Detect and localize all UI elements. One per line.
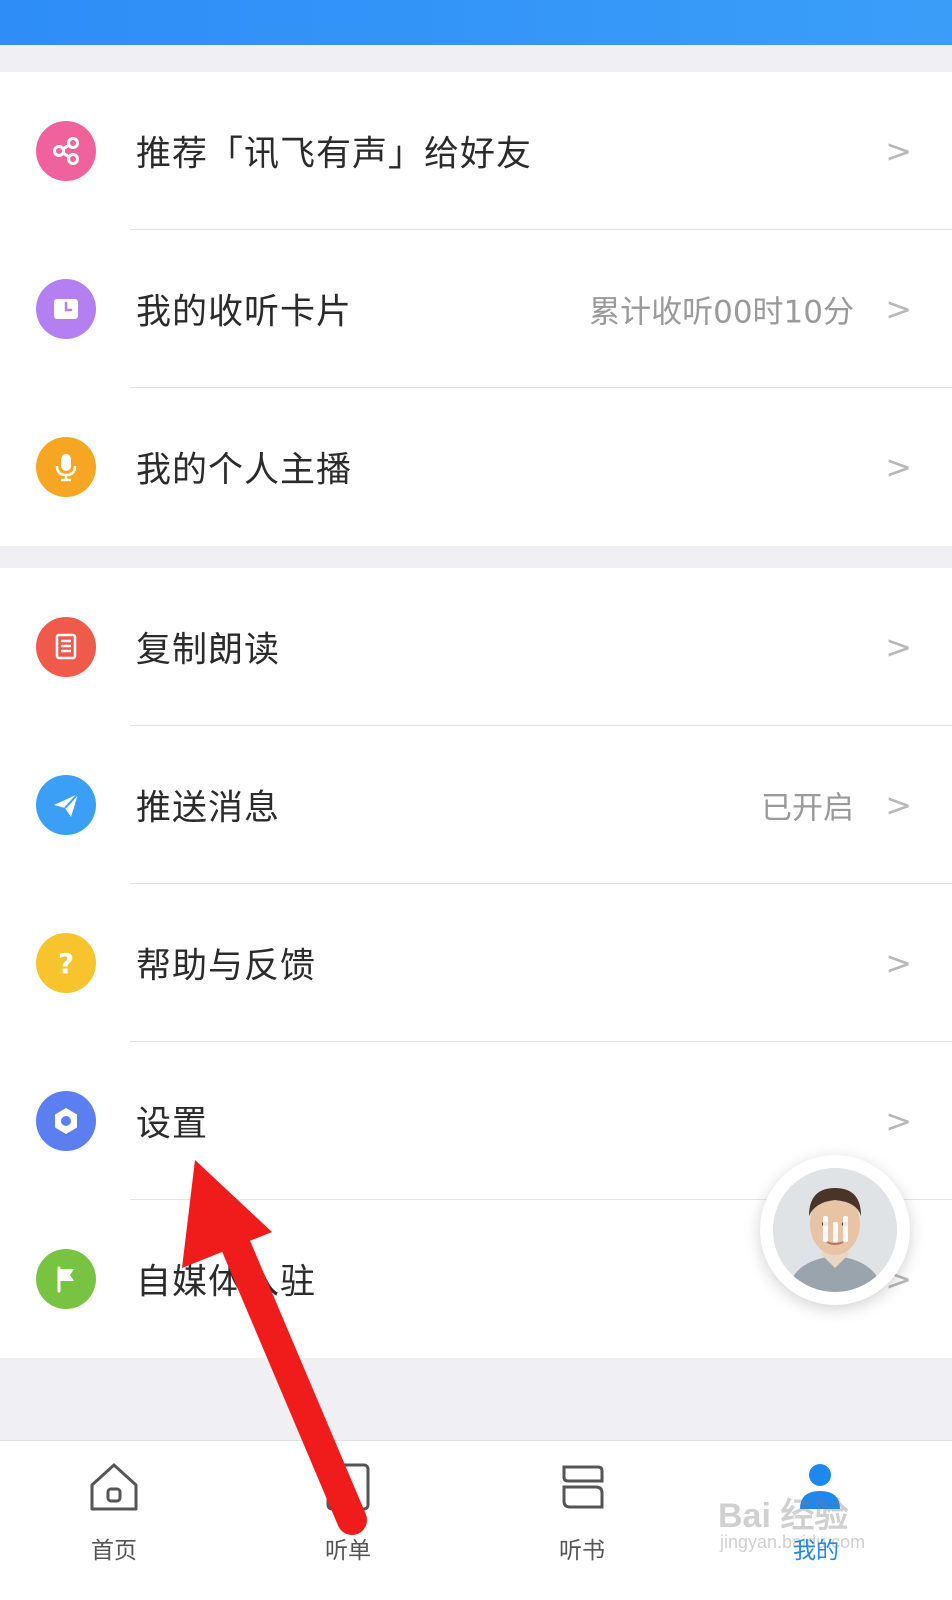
menu-item-listening-card[interactable]: 我的收听卡片 累计收听00时10分 > <box>0 230 952 388</box>
page: 推荐「讯飞有声」给好友 > 我的收听卡片 累计收听00时10分 > 我的个人主播… <box>0 0 952 1600</box>
chevron-right-icon: > <box>885 448 912 486</box>
hexagon-settings-icon <box>36 1091 96 1151</box>
menu-item-label: 推荐「讯飞有声」给好友 <box>136 134 533 175</box>
chevron-right-icon: > <box>885 1102 912 1140</box>
tab-playlist[interactable]: 听单 <box>288 1457 408 1587</box>
flag-icon <box>36 1249 96 1309</box>
paper-plane-icon <box>36 775 96 835</box>
home-icon <box>90 1463 138 1511</box>
playlist-icon <box>326 1463 370 1511</box>
chevron-right-icon: > <box>885 628 912 666</box>
book-icon <box>562 1465 604 1509</box>
tab-audiobook[interactable]: 听书 <box>522 1457 642 1587</box>
chevron-right-icon: > <box>885 132 912 170</box>
svg-text:?: ? <box>58 947 74 980</box>
menu-item-help-feedback[interactable]: ? 帮助与反馈 > <box>0 884 952 1042</box>
clock-card-icon <box>36 279 96 339</box>
menu-item-label: 复制朗读 <box>136 630 281 671</box>
menu-item-copy-read[interactable]: 复制朗读 > <box>0 568 952 726</box>
menu-item-label: 帮助与反馈 <box>136 946 317 987</box>
menu-item-label: 我的收听卡片 <box>136 292 353 333</box>
menu-item-label: 我的个人主播 <box>136 450 353 491</box>
baidu-jingyan-watermark: Bai 经验 jingyan.baidu.com <box>716 1488 916 1558</box>
top-header-bar <box>0 0 952 45</box>
share-icon <box>36 121 96 181</box>
document-icon <box>36 617 96 677</box>
listening-total-value: 累计收听00时10分 <box>589 294 854 331</box>
menu-item-recommend[interactable]: 推荐「讯飞有声」给好友 > <box>0 72 952 230</box>
floating-assistant-button[interactable] <box>760 1155 910 1305</box>
question-icon: ? <box>36 933 96 993</box>
menu-item-label: 设置 <box>136 1104 209 1145</box>
menu-item-push-messages[interactable]: 推送消息 已开启 > <box>0 726 952 884</box>
microphone-icon <box>36 437 96 497</box>
menu-group-1: 推荐「讯飞有声」给好友 > 我的收听卡片 累计收听00时10分 > 我的个人主播… <box>0 72 952 546</box>
push-status-value: 已开启 <box>761 790 854 827</box>
chevron-right-icon: > <box>885 786 912 824</box>
menu-item-label: 自媒体入驻 <box>136 1262 317 1303</box>
tab-home[interactable]: 首页 <box>54 1457 174 1587</box>
tab-label: 听单 <box>325 1538 371 1564</box>
watermark-brand: Bai 经验 <box>718 1497 849 1535</box>
menu-item-label: 推送消息 <box>136 788 281 829</box>
tab-label: 首页 <box>91 1538 137 1564</box>
tab-label: 听书 <box>559 1538 605 1564</box>
chevron-right-icon: > <box>885 944 912 982</box>
watermark-url: jingyan.baidu.com <box>720 1532 866 1552</box>
assistant-avatar <box>773 1168 897 1292</box>
menu-item-personal-anchor[interactable]: 我的个人主播 > <box>0 388 952 546</box>
chevron-right-icon: > <box>885 290 912 328</box>
